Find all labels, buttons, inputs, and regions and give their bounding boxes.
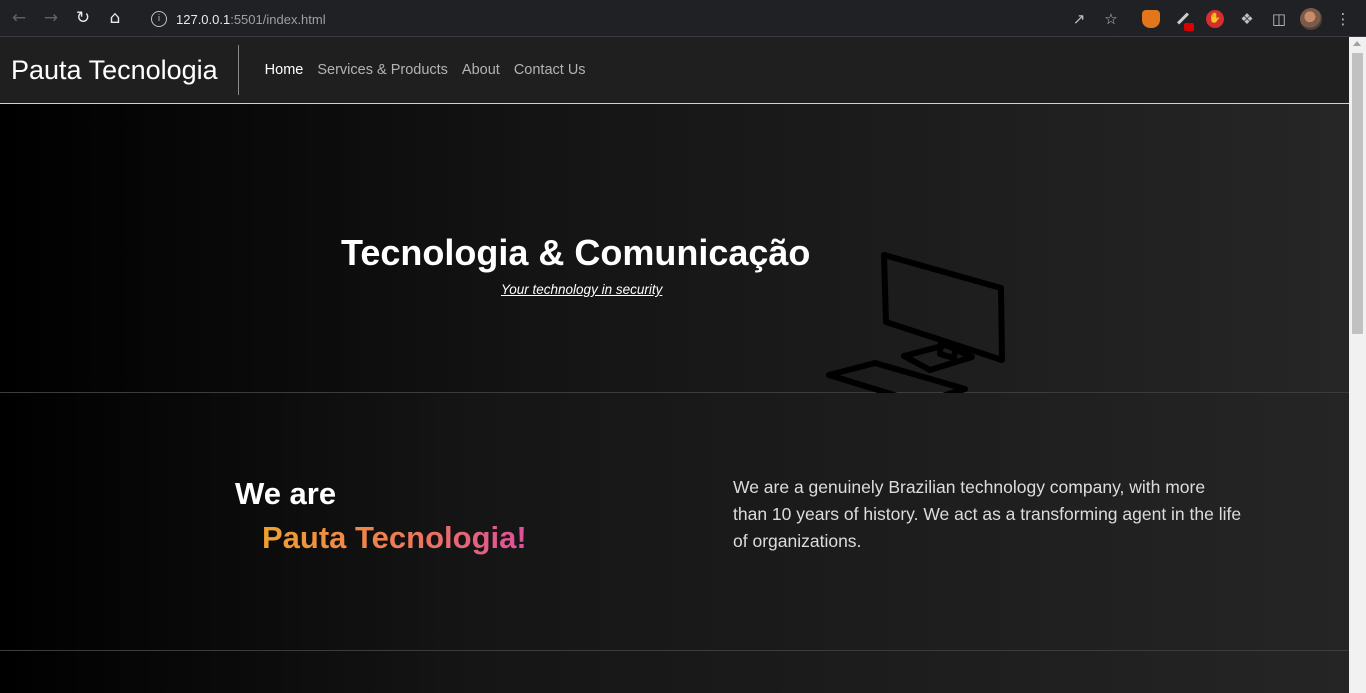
pen-extension-icon[interactable] (1168, 4, 1198, 34)
profile-avatar[interactable] (1296, 4, 1326, 34)
stop-extension-icon[interactable]: ✋ (1200, 4, 1230, 34)
nav-links: Home Services & Products About Contact U… (265, 62, 600, 78)
computer-icon (826, 252, 1005, 406)
site-brand[interactable]: Pauta Tecnologia (11, 45, 239, 95)
page-viewport: Pauta Tecnologia Home Services & Product… (0, 37, 1349, 693)
scroll-thumb[interactable] (1352, 53, 1363, 334)
nav-link-contact-us[interactable]: Contact Us (514, 62, 586, 78)
hero-section: Tecnologia & Comunicação Your technology… (0, 104, 1349, 406)
address-bar[interactable]: i 127.0.0.1:5501/index.html (142, 5, 1130, 33)
extensions-puzzle-icon[interactable]: ❖ (1232, 4, 1262, 34)
browser-toolbar: ← → ↻ ⌂ i 127.0.0.1:5501/index.html ↗ ☆ … (0, 0, 1366, 37)
nav-link-home[interactable]: Home (265, 62, 304, 78)
forward-icon[interactable]: → (38, 5, 64, 31)
reload-icon[interactable]: ↻ (70, 5, 96, 31)
scroll-up-arrow[interactable] (1353, 41, 1361, 46)
back-icon[interactable]: ← (6, 5, 32, 31)
brand-highlight: Pauta Tecnologia! (262, 520, 527, 555)
side-panel-icon[interactable]: ◫ (1264, 4, 1294, 34)
about-heading: We are (235, 476, 337, 511)
address-url[interactable]: 127.0.0.1:5501/index.html (176, 12, 326, 27)
home-icon[interactable]: ⌂ (102, 5, 128, 31)
nav-link-about[interactable]: About (462, 62, 500, 78)
about-description: We are a genuinely Brazilian technology … (733, 477, 1242, 551)
metamask-extension-icon[interactable] (1136, 4, 1166, 34)
nav-link-services-products[interactable]: Services & Products (317, 62, 448, 78)
bookmark-star-icon[interactable]: ☆ (1096, 4, 1126, 34)
page-scrollbar[interactable] (1349, 37, 1366, 693)
menu-kebab-icon[interactable]: ⋮ (1328, 4, 1358, 34)
next-section (0, 651, 1349, 693)
share-icon[interactable]: ↗ (1064, 4, 1094, 34)
about-section: We are Pauta Tecnologia! We are a genuin… (0, 393, 1349, 651)
hero-title: Tecnologia & Comunicação (341, 232, 811, 273)
hero-subtitle: Your technology in security (501, 282, 663, 297)
info-icon[interactable]: i (151, 11, 167, 27)
site-navbar: Pauta Tecnologia Home Services & Product… (0, 37, 1349, 104)
